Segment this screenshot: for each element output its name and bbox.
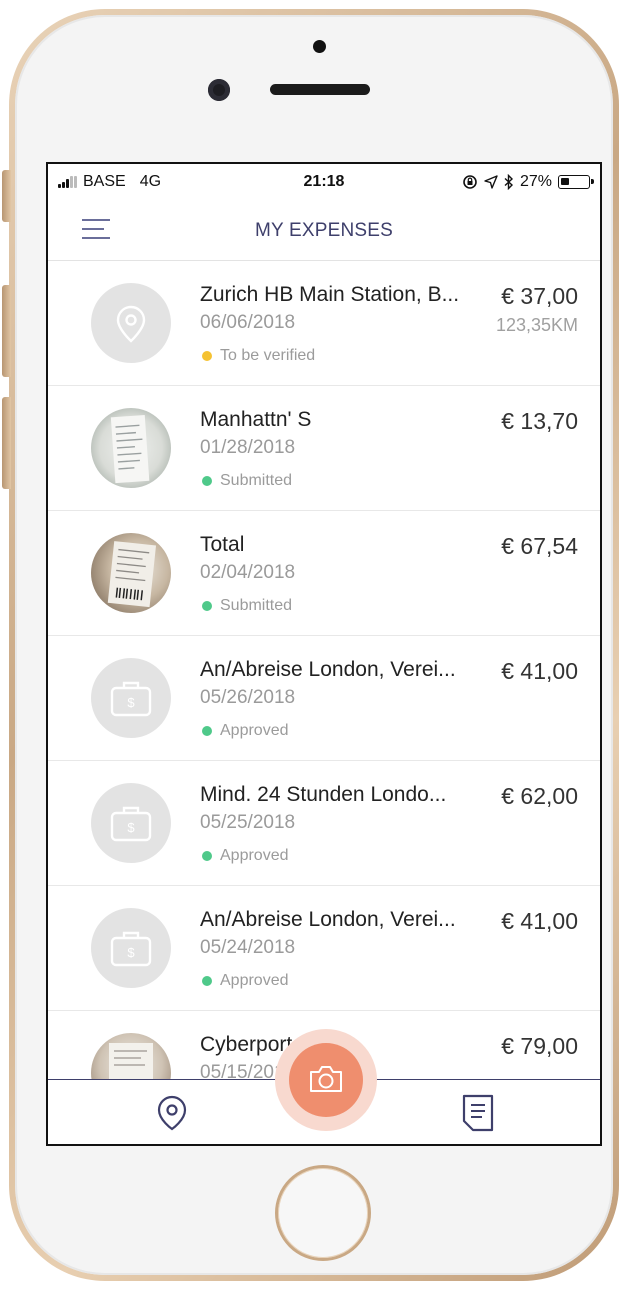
- expense-date: 05/24/2018: [200, 937, 296, 958]
- svg-text:$: $: [127, 945, 135, 960]
- status-label: Submitted: [220, 597, 293, 614]
- status-label: Approved: [220, 722, 289, 739]
- status-dot: [202, 476, 212, 486]
- status-label: Approved: [220, 972, 289, 989]
- status-dot: [202, 851, 212, 861]
- status-label: To be verified: [220, 347, 316, 364]
- volume-down-button: [2, 397, 11, 489]
- briefcase-icon: $: [91, 658, 171, 738]
- svg-text:$: $: [127, 695, 135, 710]
- proximity-sensor: [313, 40, 326, 53]
- volume-up-button: [2, 285, 11, 377]
- status-bar: BASE 4G 21:18 27%: [48, 164, 600, 200]
- expense-title: Zurich HB Main Station, B...: [200, 283, 460, 306]
- status-badge: Approved: [202, 722, 289, 740]
- home-button[interactable]: [275, 1165, 371, 1261]
- page-title: MY EXPENSES: [254, 220, 394, 241]
- expense-row[interactable]: Zurich HB Main Station, B... 06/06/2018 …: [48, 261, 600, 386]
- earpiece-speaker: [270, 84, 370, 95]
- expense-amount: € 37,00: [501, 283, 578, 309]
- status-badge: Submitted: [202, 472, 292, 490]
- receipt-photo: [91, 533, 171, 613]
- battery-percent: 27%: [519, 173, 552, 190]
- expense-title: Total: [200, 533, 245, 556]
- status-badge: Approved: [202, 847, 289, 865]
- expense-date: 01/28/2018: [200, 437, 296, 458]
- nav-bar: MY EXPENSES: [48, 200, 600, 261]
- document-icon[interactable]: [461, 1093, 495, 1133]
- expense-row[interactable]: $ Mind. 24 Stunden Londo... 05/25/2018 A…: [48, 761, 600, 886]
- expense-amount: € 13,70: [501, 408, 578, 434]
- status-badge: Approved: [202, 972, 289, 990]
- expense-date: 05/26/2018: [200, 687, 296, 708]
- expense-date: 06/06/2018: [200, 312, 296, 333]
- expense-title: An/Abreise London, Verei...: [200, 658, 456, 681]
- expense-row[interactable]: Manhattn' S 01/28/2018 Submitted € 13,70: [48, 386, 600, 511]
- expense-amount: € 67,54: [501, 533, 578, 559]
- receipt-photo: [91, 408, 171, 488]
- expense-date: 05/25/2018: [200, 812, 296, 833]
- briefcase-icon: $: [91, 783, 171, 863]
- location-pin-icon[interactable]: [154, 1094, 190, 1132]
- front-camera: [208, 79, 230, 101]
- status-dot: [202, 976, 212, 986]
- expense-title: An/Abreise London, Verei...: [200, 908, 456, 931]
- expense-title: Mind. 24 Stunden Londo...: [200, 783, 447, 806]
- camera-button[interactable]: [289, 1043, 363, 1117]
- svg-text:$: $: [127, 820, 135, 835]
- expense-row[interactable]: Total 02/04/2018 Submitted € 67,54: [48, 511, 600, 636]
- expense-title: Manhattn' S: [200, 408, 312, 431]
- camera-icon: [310, 1066, 342, 1092]
- location-icon: [91, 283, 171, 363]
- status-badge: To be verified: [202, 347, 315, 365]
- expense-list[interactable]: Zurich HB Main Station, B... 06/06/2018 …: [48, 261, 600, 1081]
- status-dot: [202, 726, 212, 736]
- expense-date: 02/04/2018: [200, 562, 296, 583]
- expense-amount: € 79,00: [501, 1033, 578, 1059]
- expense-amount: € 41,00: [501, 908, 578, 934]
- expense-amount: € 41,00: [501, 658, 578, 684]
- status-dot: [202, 601, 212, 611]
- status-badge: Submitted: [202, 597, 292, 615]
- status-label: Submitted: [220, 472, 293, 489]
- status-label: Approved: [220, 847, 289, 864]
- expense-distance: 123,35KM: [495, 315, 578, 335]
- expense-amount: € 62,00: [501, 783, 578, 809]
- bluetooth-icon: [504, 174, 513, 190]
- status-dot: [202, 351, 212, 361]
- receipt-photo: [91, 1033, 171, 1081]
- expense-row[interactable]: $ An/Abreise London, Verei... 05/26/2018…: [48, 636, 600, 761]
- mute-switch: [2, 170, 11, 222]
- rotation-lock-icon: [463, 175, 477, 189]
- briefcase-icon: $: [91, 908, 171, 988]
- location-arrow-icon: [484, 175, 498, 189]
- battery-icon: [558, 175, 594, 189]
- expense-row[interactable]: $ An/Abreise London, Verei... 05/24/2018…: [48, 886, 600, 1011]
- app-screen: BASE 4G 21:18 27% MY EXPENSES Zurich HB …: [46, 162, 602, 1146]
